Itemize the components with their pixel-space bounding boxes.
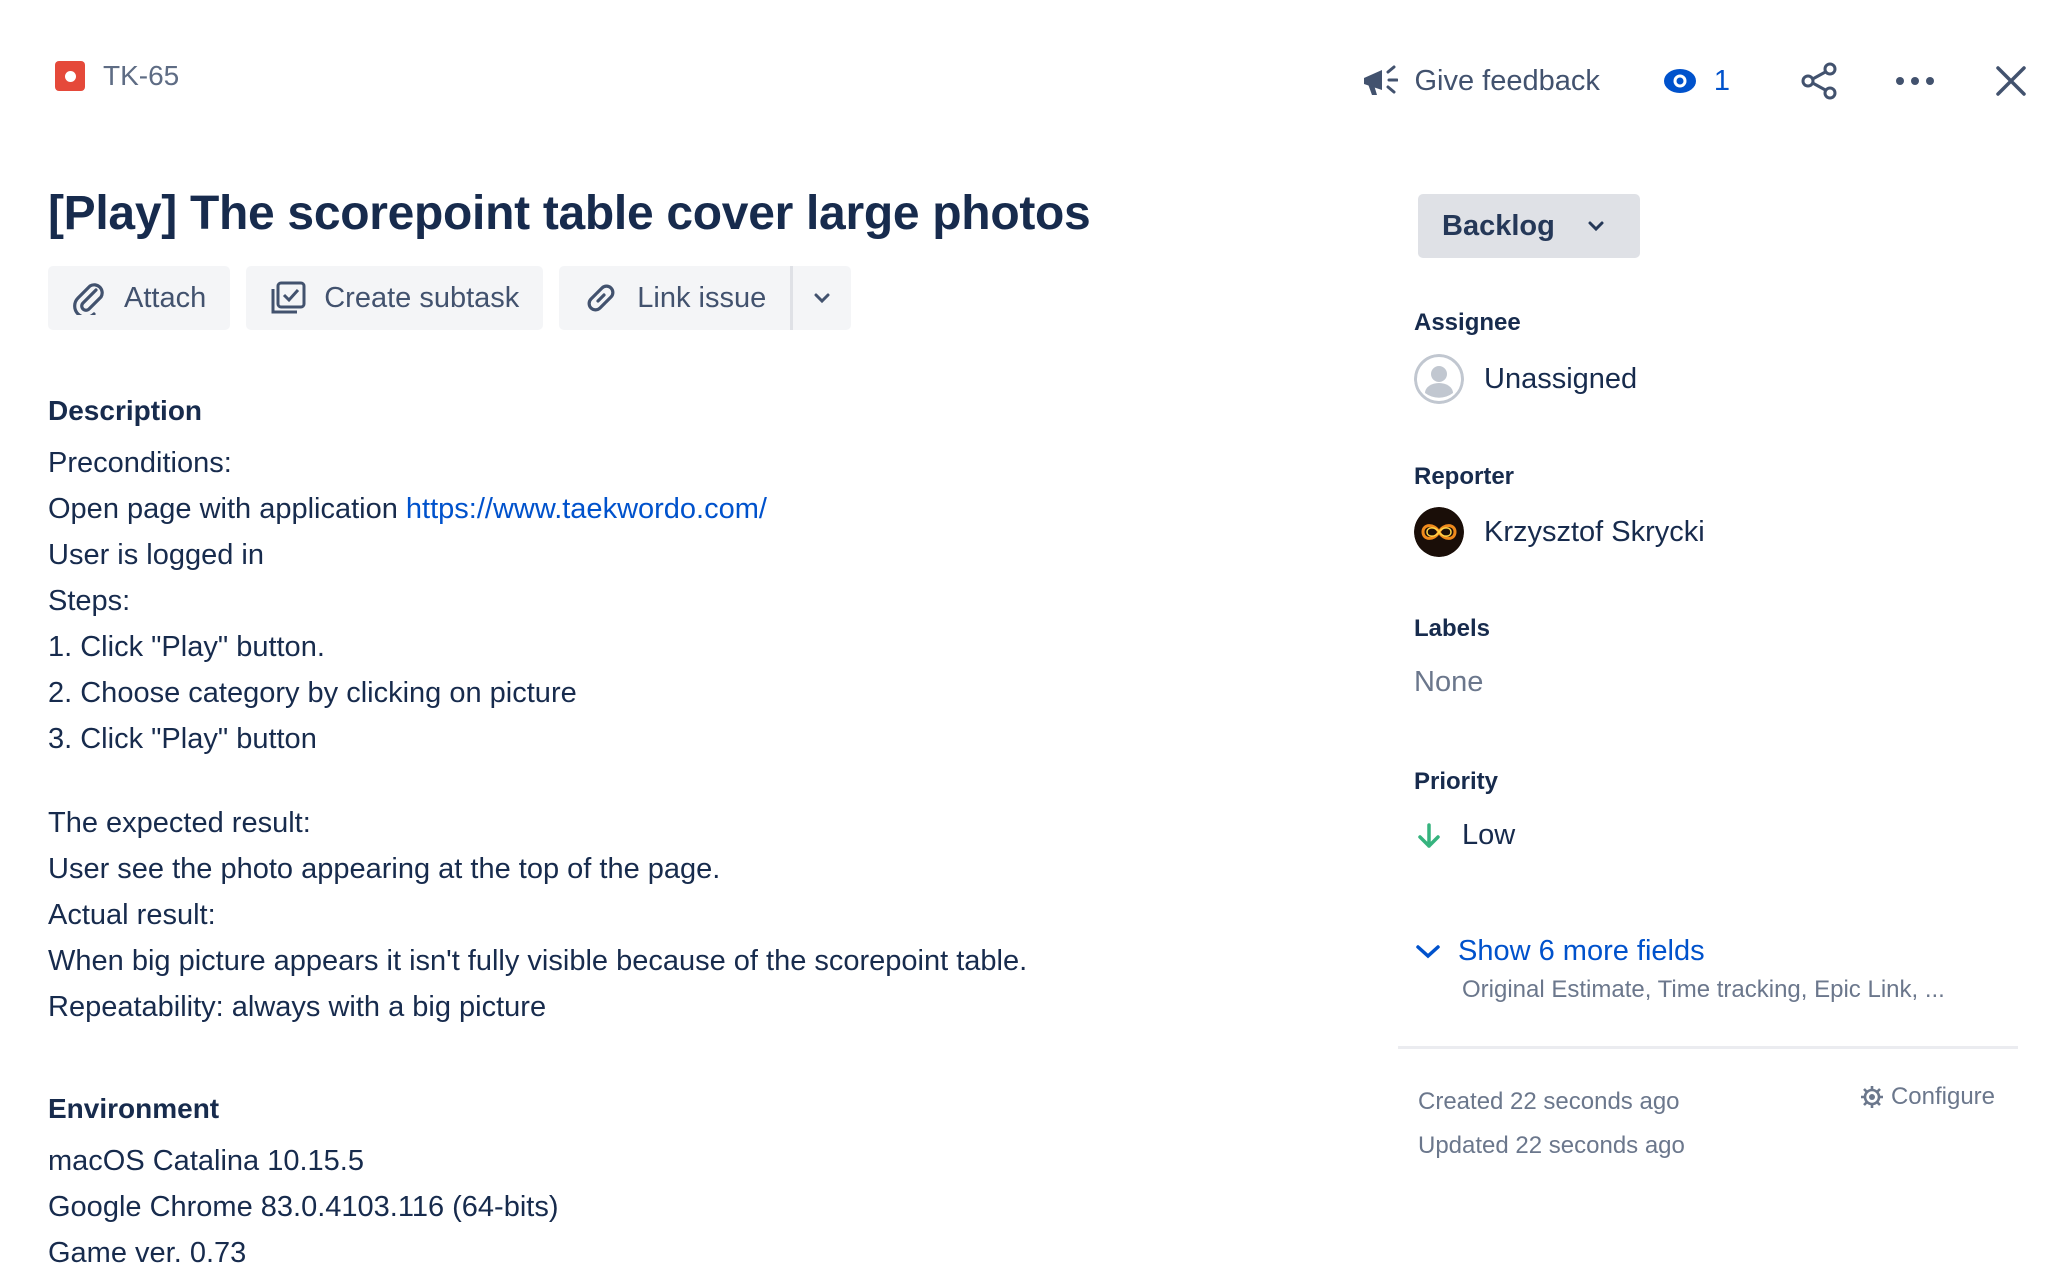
labels-value: None — [1414, 666, 1484, 698]
actual-result-label: Actual result: — [48, 899, 216, 931]
link-issue-group: Link issue — [559, 266, 852, 330]
logged-in-line: User is logged in — [48, 539, 264, 571]
default-avatar-icon — [1414, 354, 1464, 404]
environment-line: Game ver. 0.73 — [48, 1237, 247, 1269]
share-icon — [1801, 62, 1837, 100]
environment-body[interactable]: macOS Catalina 10.15.5 Google Chrome 83.… — [48, 1138, 559, 1276]
actual-result-text: When big picture appears it isn't fully … — [48, 945, 1028, 977]
give-feedback-label: Give feedback — [1414, 64, 1600, 97]
priority-value: Low — [1462, 819, 1516, 851]
reporter-label: Reporter — [1414, 463, 1515, 490]
step-1: 1. Click "Play" button. — [48, 631, 325, 663]
link-issue-label: Link issue — [637, 281, 767, 314]
environment-heading: Environment — [48, 1093, 220, 1124]
expected-result-text: User see the photo appearing at the top … — [48, 853, 721, 885]
assignee-value: Unassigned — [1484, 362, 1638, 395]
description-results[interactable]: The expected result: User see the photo … — [48, 800, 1027, 1030]
configure-label: Configure — [1890, 1083, 1995, 1110]
step-2: 2. Choose category by clicking on pictur… — [48, 677, 577, 709]
status-label: Backlog — [1442, 209, 1555, 242]
assignee-field[interactable]: Unassigned — [1414, 354, 1637, 404]
application-url-link[interactable]: https://www.taekwordo.com/ — [406, 493, 767, 525]
link-icon — [587, 284, 615, 312]
user-avatar — [1414, 507, 1464, 557]
labels-label: Labels — [1414, 615, 1491, 642]
arrow-down-icon — [1418, 822, 1440, 848]
issue-actions-bar: Give feedback 1 — [1362, 56, 2036, 106]
description-heading: Description — [48, 395, 203, 426]
description-section: Description — [48, 388, 202, 434]
bug-icon — [55, 61, 85, 91]
configure-button[interactable]: Configure — [1859, 1083, 1995, 1111]
show-more-fields-summary: Original Estimate, Time tracking, Epic L… — [1462, 976, 1945, 1003]
paperclip-icon — [73, 283, 104, 315]
created-timestamp: Created 22 seconds ago — [1418, 1088, 1680, 1115]
create-subtask-button[interactable]: Create subtask — [246, 266, 544, 330]
link-issue-button[interactable]: Link issue — [559, 266, 791, 330]
issue-key[interactable]: TK-65 — [55, 60, 179, 92]
expected-result-label: The expected result: — [48, 807, 311, 839]
environment-line: macOS Catalina 10.15.5 — [48, 1145, 364, 1177]
updated-timestamp: Updated 22 seconds ago — [1418, 1132, 1685, 1159]
subtask-icon — [271, 281, 306, 314]
attach-label: Attach — [124, 281, 207, 314]
preconditions-label: Preconditions: — [48, 447, 232, 479]
chevron-down-icon — [814, 293, 830, 304]
eye-icon — [1663, 69, 1696, 93]
close-icon — [1996, 66, 2026, 96]
issue-timestamps: Created 22 seconds ago Updated 22 second… — [1418, 1080, 1685, 1168]
reporter-field[interactable]: Krzysztof Skrycki — [1414, 507, 1705, 557]
step-3: 3. Click "Play" button — [48, 723, 317, 755]
environment-line: Google Chrome 83.0.4103.116 (64-bits) — [48, 1191, 559, 1223]
priority-field[interactable]: Low — [1414, 819, 1515, 852]
open-page-text: Open page with application — [48, 493, 406, 525]
share-button[interactable] — [1794, 56, 1844, 106]
megaphone-icon — [1364, 65, 1399, 95]
issue-title[interactable]: [Play] The scorepoint table cover large … — [48, 186, 1091, 241]
chevron-down-icon — [1588, 221, 1604, 232]
link-issue-dropdown-button[interactable] — [793, 266, 852, 330]
assignee-label: Assignee — [1414, 309, 1521, 336]
priority-label: Priority — [1414, 768, 1499, 795]
steps-label: Steps: — [48, 585, 131, 617]
more-dots-icon — [1896, 77, 1934, 85]
gear-icon — [1860, 1086, 1883, 1108]
close-button[interactable] — [1986, 56, 2036, 106]
more-actions-button[interactable] — [1890, 56, 1940, 106]
reporter-value: Krzysztof Skrycki — [1484, 515, 1705, 548]
sidebar-divider — [1398, 1046, 2018, 1049]
attach-button[interactable]: Attach — [48, 266, 231, 330]
status-dropdown[interactable]: Backlog — [1418, 194, 1640, 258]
repeatability-text: Repeatability: always with a big picture — [48, 991, 547, 1023]
give-feedback-button[interactable]: Give feedback — [1362, 64, 1600, 98]
watch-count: 1 — [1713, 64, 1730, 97]
create-subtask-label: Create subtask — [324, 281, 520, 314]
labels-field[interactable]: None — [1414, 666, 1483, 699]
issue-toolbar: Attach Create subtask Link issue — [48, 266, 852, 330]
issue-key-text[interactable]: TK-65 — [103, 60, 179, 92]
show-more-fields[interactable]: Show 6 more fields Original Estimate, Ti… — [1414, 935, 1945, 1004]
open-page-line: Open page with application https://www.t… — [48, 486, 767, 532]
show-more-fields-label: Show 6 more fields — [1458, 935, 1705, 967]
show-more-fields-button[interactable]: Show 6 more fields — [1414, 935, 1945, 968]
environment-section: Environment — [48, 1086, 219, 1132]
watch-button[interactable]: 1 — [1663, 64, 1730, 98]
description-body[interactable]: Preconditions: Open page with applicatio… — [48, 440, 767, 762]
chevron-down-icon — [1416, 944, 1440, 958]
